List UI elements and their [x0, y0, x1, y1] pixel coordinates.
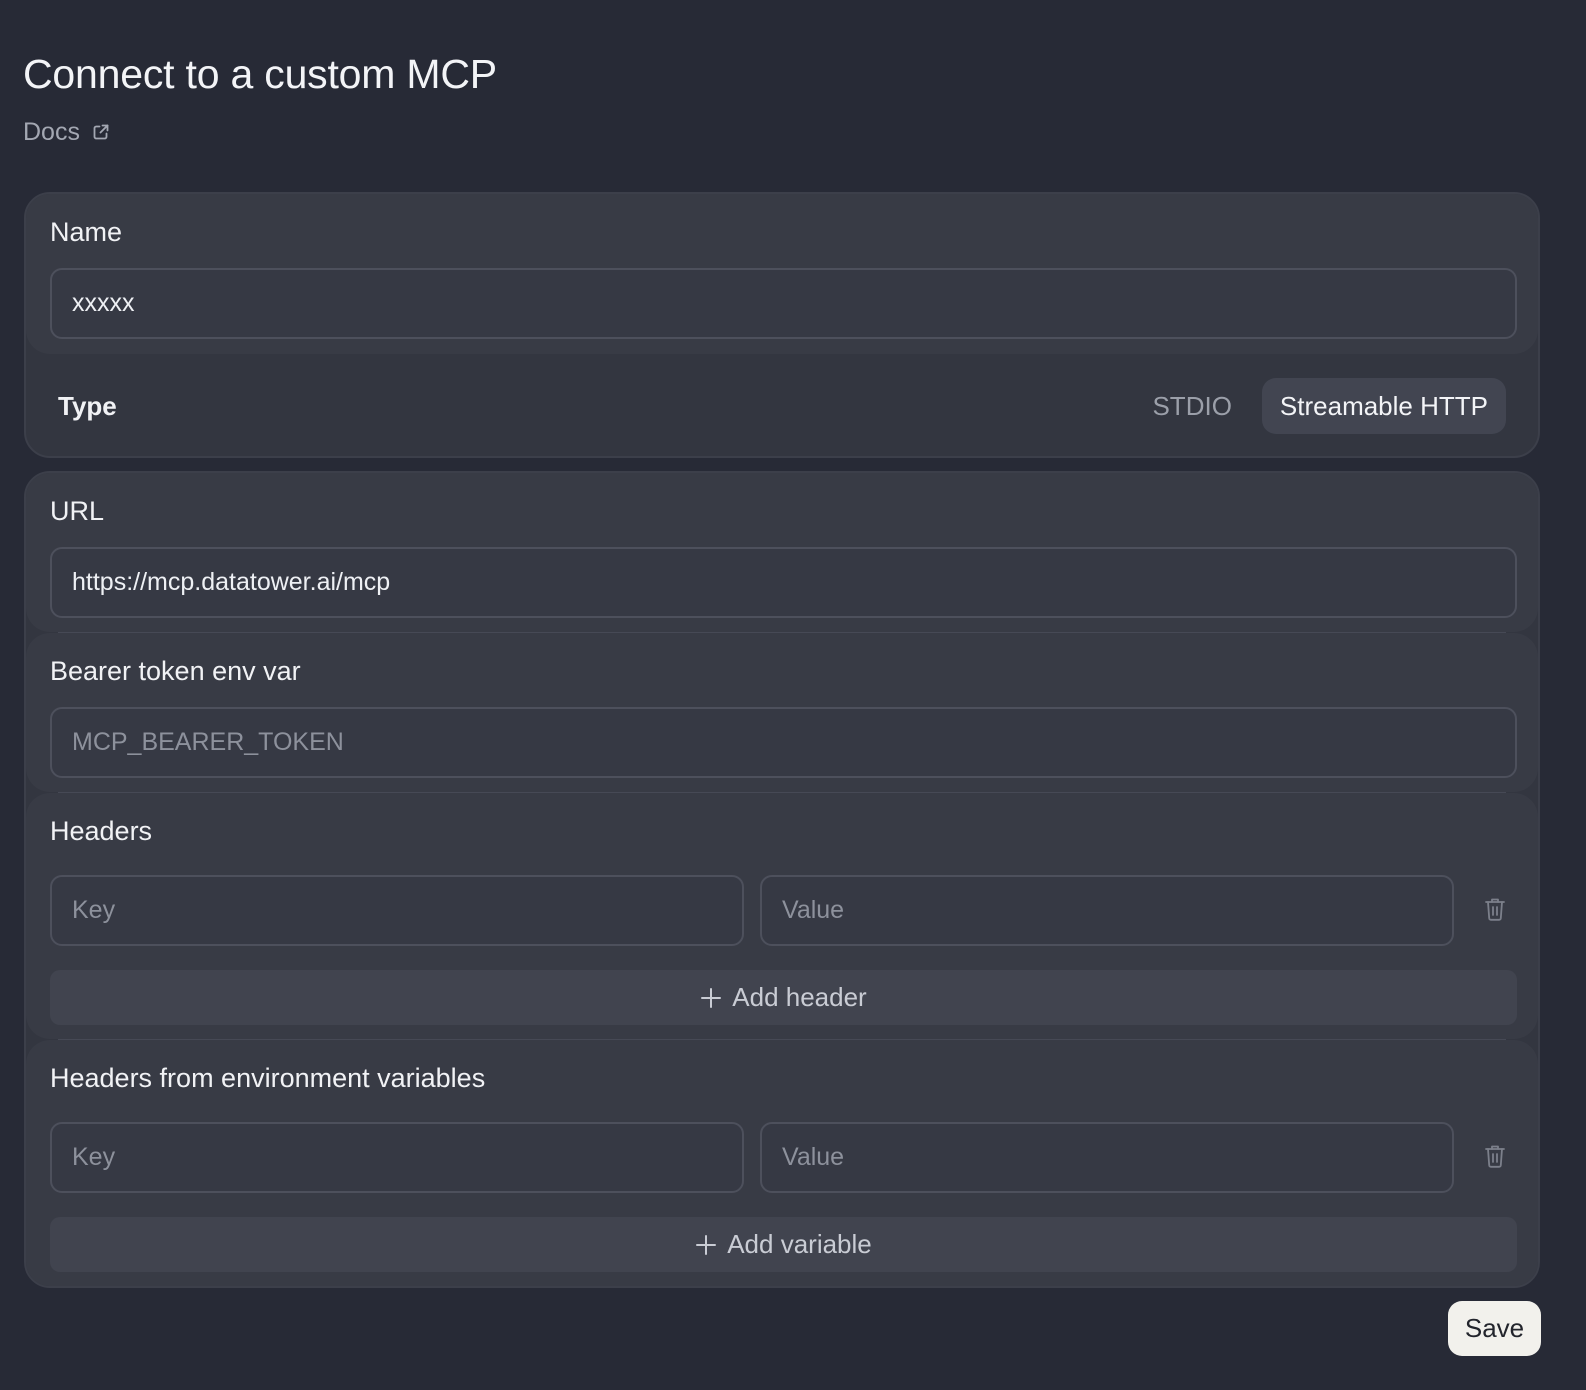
env-headers-label: Headers from environment variables	[50, 1063, 486, 1093]
header-key-input[interactable]	[50, 875, 744, 946]
save-button[interactable]: Save	[1448, 1301, 1541, 1356]
name-type-card: Name Type STDIO Streamable HTTP	[24, 192, 1540, 458]
header-value-input[interactable]	[760, 875, 1454, 946]
docs-link-label: Docs	[23, 117, 80, 146]
headers-section: Headers Add head	[26, 793, 1538, 1039]
env-value-input[interactable]	[760, 1122, 1454, 1193]
headers-label: Headers	[50, 816, 153, 846]
type-label: Type	[58, 391, 117, 421]
trash-icon	[1484, 1143, 1506, 1174]
env-header-row	[50, 1122, 1517, 1193]
plus-icon	[700, 987, 722, 1009]
bearer-label: Bearer token env var	[50, 656, 301, 686]
add-header-label: Add header	[732, 982, 867, 1012]
name-label: Name	[50, 217, 123, 247]
url-label: URL	[50, 496, 105, 526]
name-input[interactable]	[50, 268, 1517, 339]
bearer-section: Bearer token env var	[26, 633, 1538, 792]
delete-variable-button[interactable]	[1473, 1136, 1517, 1180]
docs-link[interactable]: Docs	[23, 116, 110, 148]
url-input[interactable]	[50, 547, 1517, 618]
external-link-icon	[92, 123, 110, 141]
type-row: Type STDIO Streamable HTTP	[26, 354, 1538, 456]
add-header-button[interactable]: Add header	[50, 970, 1517, 1025]
url-section: URL	[26, 473, 1538, 632]
type-option-stdio[interactable]: STDIO	[1134, 378, 1249, 434]
env-key-input[interactable]	[50, 1122, 744, 1193]
delete-header-button[interactable]	[1473, 889, 1517, 933]
env-headers-section: Headers from environment variables Key V…	[26, 1040, 1538, 1286]
add-variable-label: Add variable	[727, 1229, 872, 1259]
connection-card: URL Bearer token env var Headers	[24, 471, 1540, 1288]
add-variable-button[interactable]: Add variable	[50, 1217, 1517, 1272]
trash-icon	[1484, 896, 1506, 927]
page-title: Connect to a custom MCP	[23, 51, 497, 97]
plus-icon	[695, 1234, 717, 1256]
header-row	[50, 875, 1517, 946]
name-section: Name	[26, 194, 1538, 354]
bearer-token-input[interactable]	[50, 707, 1517, 778]
type-toggle: STDIO Streamable HTTP	[1134, 378, 1506, 434]
type-option-streamable-http[interactable]: Streamable HTTP	[1261, 378, 1506, 434]
